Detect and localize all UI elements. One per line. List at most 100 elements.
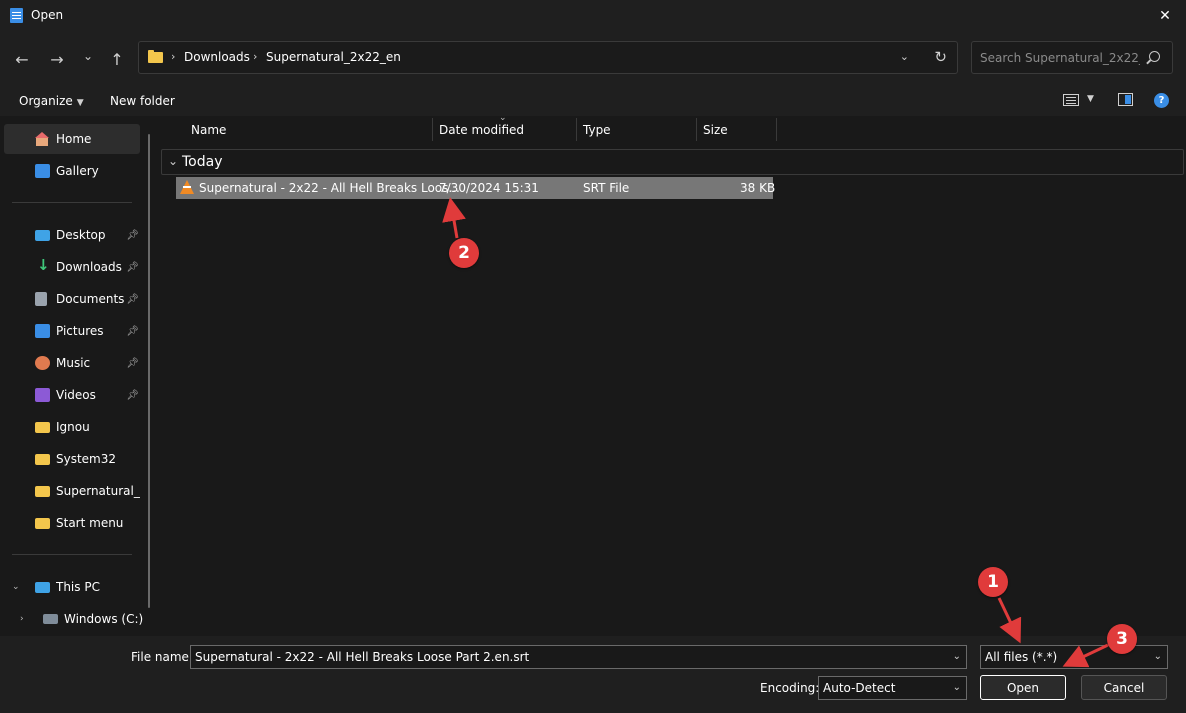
preview-pane-icon[interactable]: [1118, 93, 1133, 106]
column-separator[interactable]: [776, 118, 777, 141]
sidebar-item-videos[interactable]: Videos 📌︎: [4, 380, 140, 410]
view-caret-down-icon[interactable]: ▼: [1087, 94, 1094, 104]
sidebar-item-downloads[interactable]: Downloads 📌︎: [4, 252, 140, 282]
pin-icon: 📌︎: [126, 325, 139, 337]
sidebar-item-label: Ignou: [56, 420, 90, 434]
chevron-down-icon[interactable]: ⌄: [1154, 646, 1162, 668]
column-separator[interactable]: [696, 118, 697, 141]
file-name-input[interactable]: Supernatural - 2x22 - All Hell Breaks Lo…: [190, 645, 967, 669]
collapse-chevron-icon[interactable]: ⌄: [168, 154, 178, 168]
annotation-badge-1: 1: [978, 567, 1008, 597]
search-placeholder: Search Supernatural_2x22_en: [980, 51, 1140, 65]
sidebar-scrollbar[interactable]: [148, 134, 150, 608]
column-header: Name ⌄ Date modified Type Size: [161, 113, 1186, 142]
encoding-select[interactable]: Auto-Detect ⌄: [818, 676, 967, 700]
group-label: Today: [182, 154, 223, 170]
gallery-icon: [35, 164, 50, 178]
sidebar-divider: [12, 554, 132, 555]
downloads-icon: [35, 256, 50, 274]
view-options-icon[interactable]: [1063, 94, 1079, 106]
file-type-select[interactable]: All files (*.*) ⌄: [980, 645, 1168, 669]
navigation-bar: ← → ⌄ ↑ › Downloads › Supernatural_2x22_…: [0, 32, 1186, 84]
folder-icon: [35, 517, 50, 529]
pin-icon: 📌︎: [126, 229, 139, 241]
sidebar-item-documents[interactable]: Documents 📌︎: [4, 284, 140, 314]
forward-arrow-icon[interactable]: →: [46, 49, 68, 69]
drive-icon: [43, 614, 58, 624]
sidebar-item-label: Gallery: [56, 164, 99, 178]
cancel-button[interactable]: Cancel: [1081, 675, 1167, 700]
recent-locations-chevron-icon[interactable]: ⌄: [77, 46, 99, 66]
help-icon[interactable]: ?: [1154, 93, 1169, 108]
pin-icon: 📌︎: [126, 293, 139, 305]
pin-icon: 📌︎: [126, 261, 139, 273]
sidebar-item-label: Windows (C:): [64, 612, 144, 626]
refresh-icon[interactable]: ↻: [934, 48, 947, 66]
breadcrumb-downloads[interactable]: Downloads: [184, 50, 250, 64]
column-type[interactable]: Type: [583, 123, 611, 137]
sidebar-item-start-menu[interactable]: Start menu: [4, 508, 140, 538]
file-name: Supernatural - 2x22 - All Hell Breaks Lo…: [199, 181, 460, 195]
sidebar-item-label: System32: [56, 452, 117, 466]
column-separator[interactable]: [576, 118, 577, 141]
expand-chevron-icon[interactable]: ›: [20, 614, 24, 624]
sidebar-item-label: Supernatural_2x: [56, 484, 140, 498]
videos-icon: [35, 388, 50, 402]
chevron-down-icon[interactable]: ⌄: [953, 646, 961, 668]
pin-icon: 📌︎: [126, 357, 139, 369]
breadcrumb-separator-icon[interactable]: ›: [253, 50, 257, 63]
annotation-badge-2: 2: [449, 238, 479, 268]
sidebar-divider: [12, 202, 132, 203]
sidebar-item-label: This PC: [56, 580, 100, 594]
sidebar-item-supernatural[interactable]: Supernatural_2x: [4, 476, 140, 506]
home-icon: [35, 132, 50, 146]
sidebar-item-this-pc[interactable]: ⌄ This PC: [4, 572, 140, 602]
column-name[interactable]: Name: [191, 123, 226, 137]
breadcrumb-current-folder[interactable]: Supernatural_2x22_en: [266, 50, 401, 64]
organize-button[interactable]: Organize ▼: [19, 94, 84, 108]
column-separator[interactable]: [432, 118, 433, 141]
chevron-down-icon[interactable]: ⌄: [953, 677, 961, 699]
encoding-label: Encoding:: [760, 681, 820, 695]
pictures-icon: [35, 324, 50, 338]
sort-chevron-icon: ⌄: [499, 113, 507, 123]
new-folder-button[interactable]: New folder: [110, 94, 175, 108]
file-row-selected[interactable]: Supernatural - 2x22 - All Hell Breaks Lo…: [176, 177, 776, 199]
caret-down-icon: ▼: [76, 98, 84, 108]
expand-chevron-icon[interactable]: ⌄: [12, 582, 20, 592]
address-dropdown-chevron-icon[interactable]: ⌄: [900, 50, 909, 63]
folder-icon: [35, 421, 50, 433]
sidebar-item-label: Home: [56, 132, 92, 146]
column-date-modified[interactable]: Date modified: [439, 123, 524, 137]
sidebar-item-desktop[interactable]: Desktop 📌︎: [4, 220, 140, 250]
column-size[interactable]: Size: [703, 123, 728, 137]
navigation-pane: Home Gallery Desktop 📌︎ Downloads 📌︎ Doc…: [0, 116, 160, 636]
search-icon[interactable]: [1149, 51, 1160, 62]
close-icon[interactable]: ✕: [1154, 5, 1176, 27]
up-arrow-icon[interactable]: ↑: [106, 49, 128, 69]
sidebar-item-gallery[interactable]: Gallery: [4, 156, 140, 186]
open-button[interactable]: Open: [980, 675, 1066, 700]
sidebar-item-label: Start menu: [56, 516, 124, 530]
vlc-cone-icon: [180, 180, 194, 194]
annotation-badge-3: 3: [1107, 624, 1137, 654]
breadcrumb-separator-icon[interactable]: ›: [171, 50, 175, 63]
sidebar-item-ignou[interactable]: Ignou: [4, 412, 140, 442]
window-title: Open: [31, 8, 64, 22]
sidebar-item-pictures[interactable]: Pictures 📌︎: [4, 316, 140, 346]
desktop-icon: [35, 229, 50, 241]
music-icon: [35, 356, 50, 370]
sidebar-item-home[interactable]: Home: [4, 124, 140, 154]
address-bar[interactable]: › Downloads › Supernatural_2x22_en ⌄ ↻: [138, 41, 958, 74]
notepad-app-icon: [10, 8, 23, 23]
sidebar-item-system32[interactable]: System32: [4, 444, 140, 474]
title-bar: Open ✕: [0, 0, 1186, 32]
sidebar-item-music[interactable]: Music 📌︎: [4, 348, 140, 378]
folder-icon: [148, 50, 163, 63]
search-input[interactable]: Search Supernatural_2x22_en: [971, 41, 1173, 74]
file-type: SRT File: [583, 181, 630, 195]
group-header-today[interactable]: ⌄ Today: [161, 149, 1184, 175]
back-arrow-icon[interactable]: ←: [11, 49, 33, 69]
file-size: 38 KB: [740, 181, 776, 195]
sidebar-item-windows-c[interactable]: › Windows (C:): [12, 604, 148, 634]
